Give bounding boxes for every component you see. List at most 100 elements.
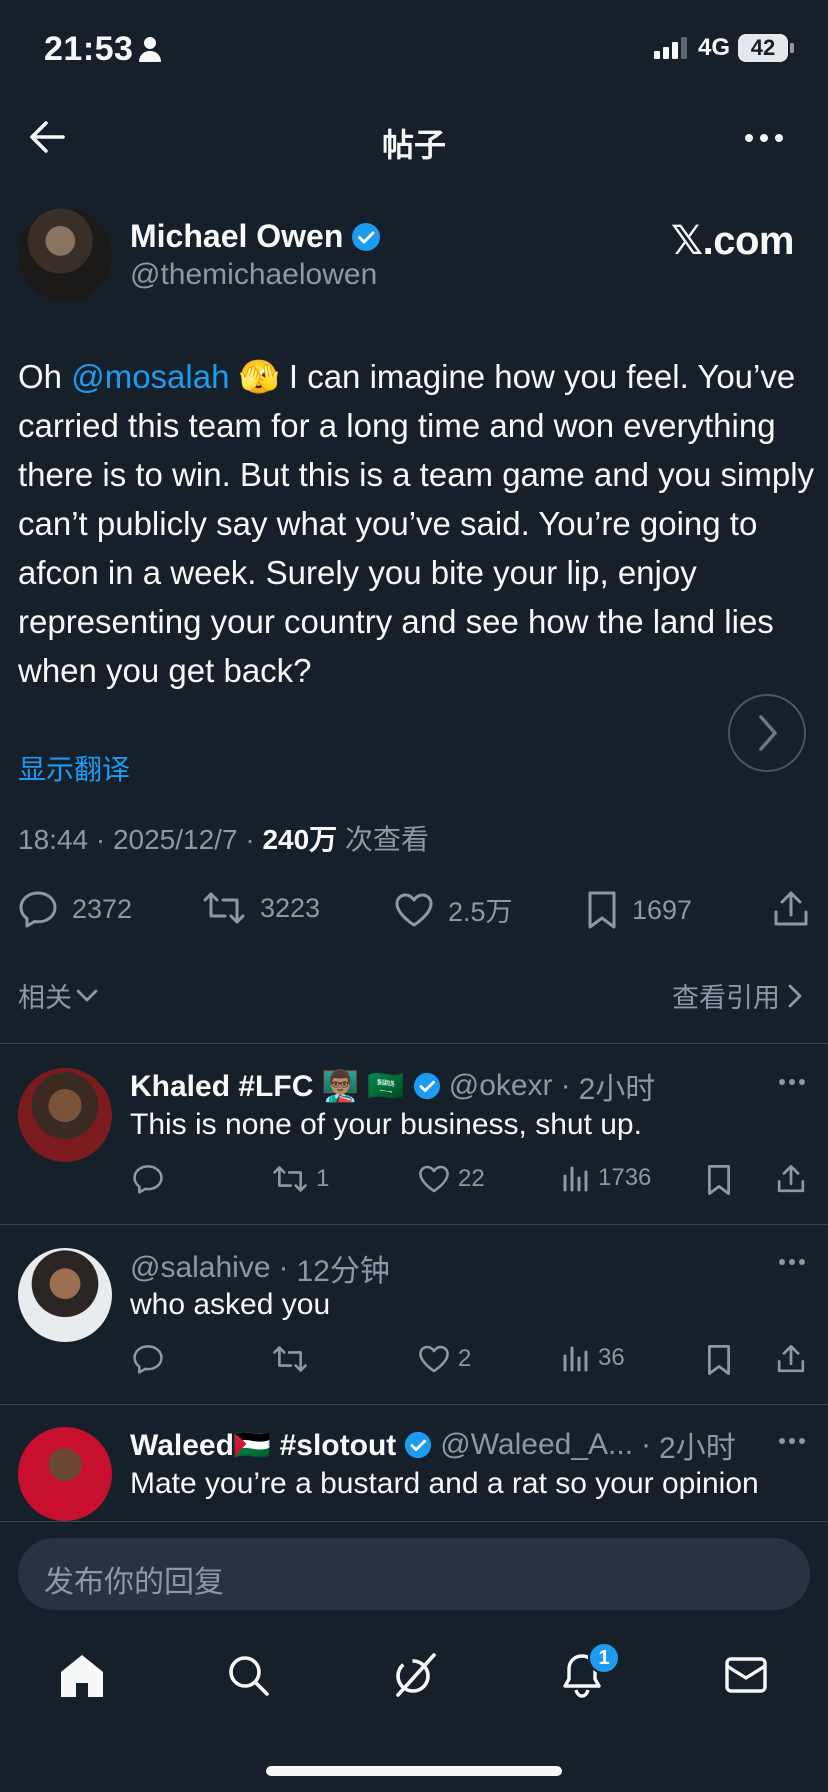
reply-action[interactable] <box>132 1344 172 1374</box>
composer-placeholder: 发布你的回复 <box>44 1566 224 1599</box>
views-count: 240万 <box>262 824 338 855</box>
reply-text: This is none of your business, shut up. <box>130 1108 642 1141</box>
reply-action[interactable]: 2372 <box>18 890 132 928</box>
reply-header: @salahive · 12分钟 <box>130 1246 390 1290</box>
like-action[interactable]: 2 <box>418 1344 471 1374</box>
reply-count: 2372 <box>72 893 133 924</box>
views-label: 次查看 <box>344 824 429 855</box>
reply-text: who asked you <box>130 1288 331 1321</box>
reply-clip-region: Waleed🇵🇸 #slotout @Waleed_A... · 2小时 Mat… <box>0 1405 828 1521</box>
status-indicators: 4G 42 <box>653 34 794 62</box>
chevron-right-icon <box>759 715 777 751</box>
tab-search[interactable] <box>218 1648 278 1702</box>
bookmark-icon[interactable] <box>706 1164 732 1196</box>
page-title: 帖子 <box>381 127 446 163</box>
next-chevron-button[interactable] <box>728 694 806 772</box>
reply-time: 2小时 <box>659 1432 736 1465</box>
repost-icon <box>203 892 245 924</box>
reply-header: Khaled #LFC 👨🏽‍🏫 🇸🇦 @okexr · 2小时 <box>130 1064 655 1108</box>
author-name: Michael Owen <box>130 218 344 254</box>
network-type: 4G <box>697 34 730 61</box>
tab-messages[interactable] <box>716 1648 776 1702</box>
notification-badge: 1 <box>588 1642 620 1674</box>
analytics-icon <box>563 1166 588 1192</box>
chevron-down-icon <box>76 989 98 1001</box>
reply-more-icon[interactable] <box>778 1437 806 1445</box>
view-quotes-link[interactable]: 查看引用 <box>672 976 802 1015</box>
bookmark-icon <box>588 891 616 929</box>
mail-icon <box>725 1657 767 1693</box>
analytics-icon <box>563 1346 588 1372</box>
home-icon <box>61 1655 103 1697</box>
reply-icon <box>133 1345 163 1374</box>
battery-level: 42 <box>738 34 788 62</box>
tab-home[interactable] <box>52 1648 112 1702</box>
bookmark-icon[interactable] <box>706 1344 732 1376</box>
reply-avatar[interactable] <box>18 1068 112 1162</box>
repost-action[interactable] <box>272 1344 316 1374</box>
author-avatar[interactable] <box>18 208 112 302</box>
repost-action[interactable]: 1 <box>272 1164 329 1194</box>
person-icon <box>138 36 162 62</box>
repost-action[interactable]: 3223 <box>202 890 320 926</box>
reply-text: Mate you’re a bustard and a rat so your … <box>130 1467 759 1500</box>
reply-author-name[interactable]: Waleed🇵🇸 #slotout <box>130 1428 396 1463</box>
share-icon[interactable] <box>776 1164 806 1194</box>
post-date: 2025/12/7 <box>112 824 238 855</box>
verified-badge-icon <box>351 222 381 252</box>
repost-icon <box>273 1166 307 1192</box>
like-action[interactable]: 2.5万 <box>394 890 513 929</box>
reply-handle[interactable]: @salahive <box>130 1251 271 1285</box>
share-icon[interactable] <box>776 1344 806 1374</box>
reply-time: 2小时 <box>578 1073 656 1106</box>
verified-badge-icon <box>413 1072 440 1100</box>
views-action[interactable]: 1736 <box>562 1164 651 1192</box>
repost-count: 3223 <box>260 892 321 923</box>
bookmark-action[interactable]: 1697 <box>586 890 692 930</box>
reply-handle[interactable]: @okexr <box>449 1069 553 1103</box>
status-time: 21:53 <box>44 30 134 68</box>
divider <box>0 1224 828 1225</box>
reply-avatar[interactable] <box>18 1427 112 1521</box>
post-time: 18:44 <box>18 824 89 855</box>
verified-badge-icon <box>405 1431 432 1459</box>
related-dropdown[interactable]: 相关 <box>18 976 98 1015</box>
divider <box>0 1521 828 1522</box>
reply-icon <box>133 1165 163 1194</box>
mention-link[interactable]: @mosalah <box>71 358 229 395</box>
share-icon[interactable] <box>772 890 810 928</box>
like-action[interactable]: 22 <box>418 1164 485 1194</box>
like-count: 2.5万 <box>448 897 513 927</box>
chevron-right-icon <box>788 984 802 1007</box>
divider <box>0 1043 828 1044</box>
reply-composer-input[interactable]: 发布你的回复 <box>18 1538 810 1610</box>
heart-icon <box>395 893 433 926</box>
signal-icon <box>653 37 690 59</box>
grok-icon <box>396 1653 436 1697</box>
post-meta: 18:44 · 2025/12/7 · 240万 次查看 <box>18 824 429 855</box>
x-brand-logo: 𝕏.com <box>670 219 795 263</box>
repost-icon <box>273 1346 307 1372</box>
author-name-row[interactable]: Michael Owen <box>130 218 381 255</box>
show-translation-link[interactable]: 显示翻译 <box>18 748 130 788</box>
bookmark-count: 1697 <box>632 894 693 925</box>
heart-icon <box>419 1165 449 1193</box>
reply-more-icon[interactable] <box>778 1078 806 1086</box>
author-handle[interactable]: @themichaelowen <box>130 258 377 292</box>
more-options-icon[interactable] <box>744 133 784 143</box>
post-text: Oh @mosalah 🫣 I can imagine how you feel… <box>18 358 815 689</box>
reply-author-name[interactable]: Khaled #LFC 👨🏽‍🏫 🇸🇦 <box>130 1069 405 1104</box>
reply-icon <box>19 891 57 928</box>
reply-header: Waleed🇵🇸 #slotout @Waleed_A... · 2小时 <box>130 1423 736 1467</box>
reply-handle[interactable]: @Waleed_A... <box>440 1428 633 1462</box>
heart-icon <box>419 1345 449 1373</box>
home-indicator <box>266 1766 562 1776</box>
search-icon <box>229 1656 269 1696</box>
views-action[interactable]: 36 <box>562 1344 625 1372</box>
tab-grok[interactable] <box>384 1648 444 1702</box>
reply-avatar[interactable] <box>18 1248 112 1342</box>
battery-tip-icon <box>790 43 794 53</box>
reply-action[interactable] <box>132 1164 172 1194</box>
reply-time: 12分钟 <box>296 1255 390 1288</box>
reply-more-icon[interactable] <box>778 1258 806 1266</box>
